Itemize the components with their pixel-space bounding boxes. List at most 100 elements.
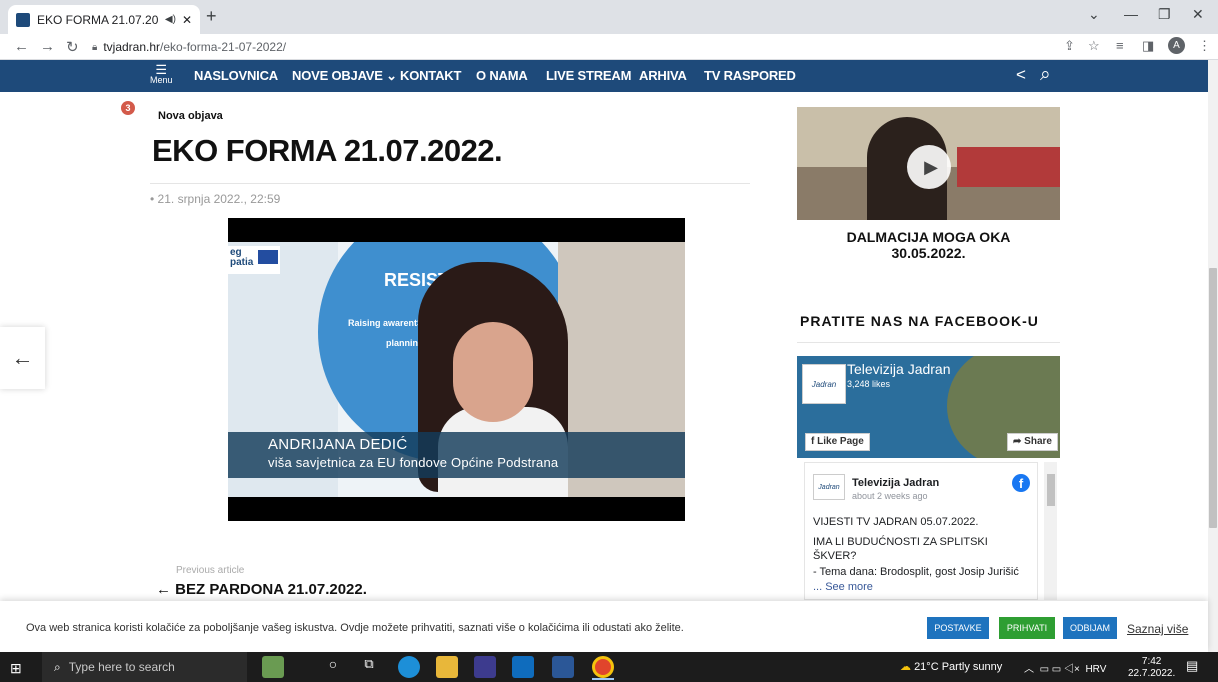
tab-title: EKO FORMA 21.07.2022. – T\ bbox=[37, 12, 159, 27]
weather-widget[interactable]: ☁︎ 21°C Partly sunny bbox=[900, 660, 1002, 673]
word-icon[interactable] bbox=[552, 656, 574, 678]
webex-icon[interactable] bbox=[474, 656, 496, 678]
eu-flag-icon bbox=[258, 250, 278, 264]
notification-icon[interactable]: ▤ bbox=[1186, 658, 1198, 674]
search-placeholder: Type here to search bbox=[68, 660, 175, 674]
edge-icon[interactable] bbox=[398, 656, 420, 678]
sidebar-video-thumbnail[interactable]: ▶ bbox=[797, 107, 1060, 220]
previous-article-label: Previous article bbox=[176, 565, 245, 576]
scrollbar-thumb[interactable] bbox=[1209, 268, 1217, 528]
nav-arhiva[interactable]: ARHIVA bbox=[639, 68, 687, 83]
post-time[interactable]: about 2 weeks ago bbox=[852, 491, 928, 501]
file-explorer-icon[interactable] bbox=[436, 656, 458, 678]
display-icon: ▭ bbox=[1051, 664, 1062, 675]
share-button[interactable]: ➦ Share bbox=[1007, 433, 1058, 451]
menu-label: Menu bbox=[150, 75, 173, 85]
more-menu-icon[interactable]: ⋮ bbox=[1198, 38, 1211, 54]
sidebar-video-caption[interactable]: DALMACIJA MOGA OKA 30.05.2022. bbox=[797, 229, 1060, 261]
reading-list-icon[interactable]: ≡ bbox=[1116, 38, 1124, 53]
like-page-button[interactable]: f Like Page bbox=[805, 433, 870, 451]
share-icon[interactable]: < bbox=[1016, 65, 1026, 85]
article-kicker: Nova objava bbox=[158, 110, 223, 122]
post-author[interactable]: Televizija Jadran bbox=[852, 477, 939, 489]
chrome-icon[interactable] bbox=[592, 656, 614, 678]
taskbar-search-input[interactable]: ⌕ Type here to search bbox=[42, 652, 247, 682]
site-favicon-icon bbox=[16, 12, 30, 27]
previous-article-link[interactable]: ← BEZ PARDONA 21.07.2022. bbox=[156, 581, 367, 598]
lock-icon: 🔒︎ bbox=[92, 41, 98, 53]
learn-more-link[interactable]: Saznaj više bbox=[1127, 622, 1188, 636]
nav-o-nama[interactable]: O NAMA bbox=[476, 68, 528, 83]
close-tab-icon[interactable]: ✕ bbox=[182, 13, 192, 27]
url-domain: tvjadran.hr bbox=[103, 40, 161, 54]
nav-naslovnica[interactable]: NASLOVNICA bbox=[194, 68, 278, 83]
speaker-icon[interactable]: ◀︎) bbox=[165, 14, 176, 25]
post-text: VIJESTI TV JADRAN 05.07.2022. bbox=[813, 516, 979, 528]
restore-icon[interactable]: ❐ bbox=[1158, 6, 1171, 23]
new-tab-button[interactable]: + bbox=[206, 6, 217, 27]
share-arrow-icon: ➦ bbox=[1013, 436, 1022, 447]
volume-icon: ◁× bbox=[1064, 664, 1080, 675]
task-view-icon[interactable]: ⧉ bbox=[358, 656, 380, 678]
cortana-icon[interactable]: ○ bbox=[322, 656, 344, 678]
arrow-left-icon[interactable]: ← bbox=[0, 327, 45, 389]
address-toolbar: ← → ↻ 🔒︎ tvjadran.hr/eko-forma-21-07-202… bbox=[0, 34, 1218, 60]
network-icon: ▭ bbox=[1039, 664, 1050, 675]
system-tray[interactable]: ︿ ▭ ▭ ◁× HRV bbox=[1024, 660, 1106, 675]
reload-icon[interactable]: ↻ bbox=[66, 38, 79, 56]
menu-button[interactable]: ☰ Menu bbox=[150, 63, 173, 85]
banner-line: Raising awarentS bbox=[348, 318, 424, 328]
fb-feed-scroll-thumb[interactable] bbox=[1047, 474, 1055, 506]
url-field[interactable]: 🔒︎ tvjadran.hr/eko-forma-21-07-2022/ bbox=[92, 37, 1202, 57]
forward-icon[interactable]: → bbox=[40, 38, 55, 55]
close-window-icon[interactable]: ✕ bbox=[1192, 6, 1204, 23]
settings-button[interactable]: POSTAVKE bbox=[927, 617, 989, 639]
divider bbox=[797, 342, 1060, 343]
browser-tab[interactable]: EKO FORMA 21.07.2022. – T\ ◀︎) ✕ bbox=[8, 5, 200, 34]
nav-tv-raspored[interactable]: TV RASPORED bbox=[704, 68, 796, 83]
article-title: EKO FORMA 21.07.2022. bbox=[152, 133, 503, 168]
fb-likes: 3,248 likes bbox=[847, 379, 891, 389]
lower-third-name: ANDRIJANA DEDIĆ bbox=[268, 436, 408, 453]
chevron-down-icon: ⌄ bbox=[386, 68, 397, 83]
minimize-icon[interactable]: — bbox=[1124, 6, 1138, 22]
facebook-heading: PRATITE NAS NA FACEBOOK-U bbox=[800, 313, 1039, 329]
active-app-indicator bbox=[592, 678, 614, 680]
article-date: • 21. srpnja 2022., 22:59 bbox=[150, 192, 281, 206]
tab-search-icon[interactable]: ⌄ bbox=[1088, 6, 1100, 23]
speaker-face bbox=[453, 322, 533, 422]
post-avatar[interactable]: Jadran bbox=[813, 474, 845, 500]
fb-page-name[interactable]: Televizija Jadran bbox=[847, 361, 951, 377]
back-icon[interactable]: ← bbox=[14, 38, 29, 55]
windows-start-icon[interactable]: ⊞ bbox=[10, 660, 22, 677]
share-page-icon[interactable]: ⇪ bbox=[1064, 38, 1075, 54]
nav-kontakt[interactable]: KONTAKT bbox=[400, 68, 461, 83]
clock[interactable]: 7:42 22.7.2022. bbox=[1128, 656, 1175, 680]
see-more-link[interactable]: ... See more bbox=[813, 581, 873, 593]
arrow-left-icon: ← bbox=[156, 581, 171, 598]
divider bbox=[150, 183, 750, 184]
cookie-text: Ova web stranica koristi kolačiće za pob… bbox=[26, 622, 684, 634]
outlook-icon[interactable] bbox=[512, 656, 534, 678]
tv-jadran-logo: Jadran bbox=[802, 364, 846, 404]
bookmark-star-icon[interactable]: ☆ bbox=[1088, 38, 1100, 54]
facebook-icon: f bbox=[811, 436, 815, 447]
news-widget-icon[interactable] bbox=[262, 656, 284, 678]
post-text: ŠKVER? bbox=[813, 550, 857, 562]
nav-nove-objave[interactable]: NOVE OBJAVE ⌄ bbox=[292, 68, 397, 84]
side-panel-icon[interactable]: ◨ bbox=[1142, 38, 1154, 54]
language-indicator: HRV bbox=[1085, 664, 1107, 675]
post-text: IMA LI BUDUĆNOSTI ZA SPLITSKI bbox=[813, 536, 988, 548]
nav-live-stream[interactable]: LIVE STREAM bbox=[546, 68, 631, 83]
accept-button[interactable]: PRIHVATI bbox=[999, 617, 1055, 639]
profile-avatar[interactable]: A bbox=[1168, 37, 1185, 54]
search-icon[interactable]: ⌕ bbox=[1040, 64, 1051, 86]
facebook-icon[interactable]: f bbox=[1012, 474, 1030, 492]
lower-third-role: viša savjetnica za EU fondove Općine Pod… bbox=[268, 455, 559, 470]
site-navigation: ☰ Menu NASLOVNICA NOVE OBJAVE ⌄ KONTAKT … bbox=[0, 60, 1208, 92]
play-icon[interactable]: ▶ bbox=[907, 145, 951, 189]
facebook-page-cover[interactable]: Jadran Televizija Jadran 3,248 likes f L… bbox=[797, 356, 1060, 458]
partly-sunny-icon: ☁︎ bbox=[900, 661, 911, 673]
search-icon: ⌕ bbox=[54, 659, 61, 674]
reject-button[interactable]: ODBIJAM bbox=[1063, 617, 1117, 639]
